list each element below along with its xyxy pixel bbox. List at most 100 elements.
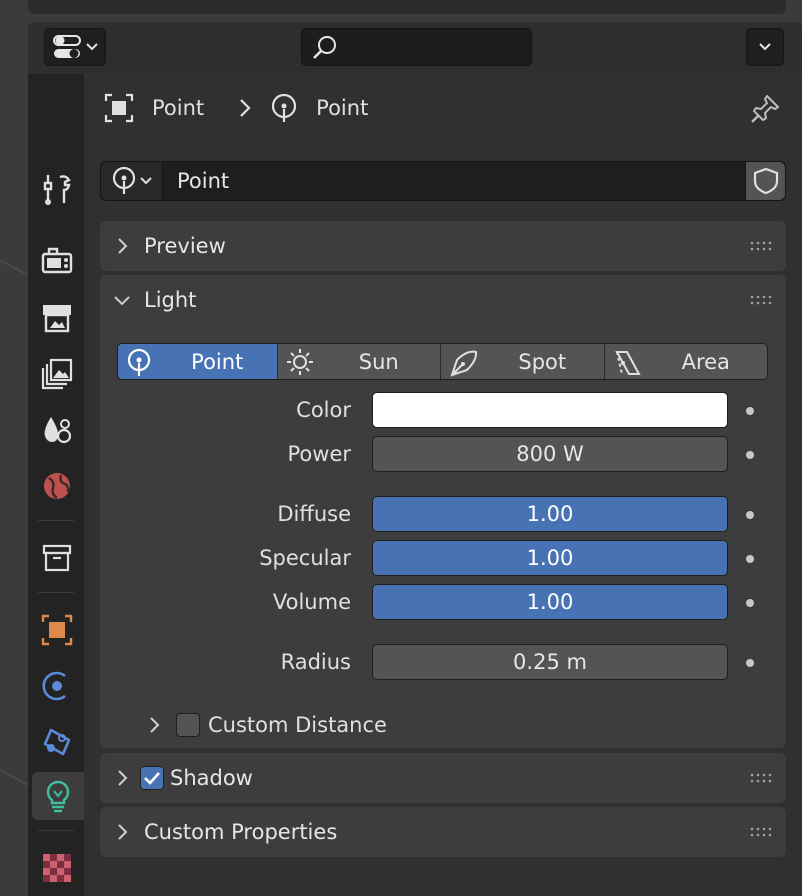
shield-icon — [753, 167, 778, 195]
shadow-checkbox[interactable] — [140, 766, 164, 790]
constraints-icon — [43, 728, 71, 756]
panel-title: Shadow — [170, 766, 253, 790]
world-icon — [44, 473, 70, 499]
keyframe-dot-color[interactable] — [746, 407, 754, 415]
specular-slider[interactable]: 1.00 — [372, 540, 728, 576]
chevron-down-icon — [140, 177, 152, 185]
tab-texture[interactable] — [34, 844, 80, 892]
tab-collection[interactable] — [34, 534, 80, 582]
light-type-label: Area — [681, 349, 730, 374]
custom-distance-label: Custom Distance — [208, 713, 387, 737]
drag-grip-icon[interactable] — [750, 827, 772, 837]
color-label: Color — [296, 398, 351, 422]
keyframe-dot-radius[interactable] — [746, 659, 754, 667]
breadcrumb-object: Point — [152, 96, 205, 120]
custom-distance-checkbox[interactable] — [176, 713, 200, 737]
tab-physics[interactable] — [34, 662, 80, 710]
light-type-sun[interactable]: Sun — [277, 344, 442, 379]
light-type-area[interactable]: Area — [604, 344, 767, 379]
chevron-down-icon — [86, 43, 98, 51]
tab-light-data[interactable] — [32, 772, 84, 820]
chevron-down-icon — [759, 43, 771, 51]
checkmark-icon — [144, 772, 160, 785]
panel-title: Preview — [144, 234, 226, 258]
chevron-right-icon — [240, 99, 251, 117]
color-swatch[interactable] — [372, 392, 728, 428]
subpanel-custom-distance-header[interactable]: Custom Distance — [140, 706, 387, 744]
datablock-browse-button[interactable] — [101, 162, 163, 200]
panel-preview-header[interactable]: Preview — [100, 221, 786, 271]
tab-constraints[interactable] — [34, 718, 80, 766]
search-icon — [313, 36, 336, 59]
tool-icon — [43, 175, 71, 205]
pin-icon — [751, 95, 779, 123]
options-dropdown-button[interactable] — [746, 28, 784, 66]
light-type-label: Point — [191, 349, 244, 374]
search-input[interactable] — [342, 33, 522, 61]
drag-grip-icon[interactable] — [750, 241, 772, 251]
tab-scene[interactable] — [34, 406, 80, 454]
light-data-icon — [46, 780, 70, 813]
keyframe-dot-diffuse[interactable] — [746, 511, 754, 519]
diffuse-slider[interactable]: 1.00 — [372, 496, 728, 532]
panel-light-header[interactable]: Light — [100, 275, 786, 325]
radius-field[interactable]: 0.25 m — [372, 644, 728, 680]
search-field[interactable] — [301, 28, 532, 66]
chevron-right-icon — [118, 770, 128, 786]
diffuse-label: Diffuse — [277, 502, 351, 526]
chevron-down-icon — [114, 296, 130, 306]
radius-label: Radius — [280, 650, 351, 674]
volume-slider[interactable]: 1.00 — [372, 584, 728, 620]
keyframe-dot-volume[interactable] — [746, 599, 754, 607]
object-icon — [41, 614, 73, 646]
render-icon — [41, 247, 73, 274]
light-datablock-selector: Point — [100, 161, 786, 201]
properties-tabs-sidebar — [28, 74, 84, 896]
keyframe-dot-specular[interactable] — [746, 555, 754, 563]
tab-render[interactable] — [34, 236, 80, 284]
editor-type-button[interactable] — [44, 28, 106, 66]
panel-custom-properties-header[interactable]: Custom Properties — [100, 807, 786, 857]
upper-editor-edge — [28, 0, 786, 14]
tab-output[interactable] — [34, 294, 80, 342]
fake-user-button[interactable] — [745, 162, 785, 200]
specular-label: Specular — [259, 546, 351, 570]
panel-title: Light — [144, 288, 197, 312]
pin-button[interactable] — [748, 92, 782, 126]
output-icon — [43, 305, 71, 333]
panel-shadow-header[interactable]: Shadow — [100, 753, 786, 803]
panel-shadow: Shadow — [100, 753, 786, 803]
scene-icon — [44, 417, 72, 444]
power-field[interactable]: 800 W — [372, 436, 728, 472]
physics-icon — [42, 671, 66, 701]
tab-view-layer[interactable] — [34, 350, 80, 398]
breadcrumb: Point Point — [104, 90, 368, 126]
tab-object[interactable] — [34, 606, 80, 654]
view-layer-icon — [41, 358, 73, 390]
light-type-label: Sun — [358, 349, 399, 374]
light-type-spot[interactable]: Spot — [441, 344, 605, 379]
volume-label: Volume — [272, 590, 351, 614]
drag-grip-icon[interactable] — [750, 295, 772, 305]
tab-tool[interactable] — [34, 166, 80, 214]
editor-type-icon — [53, 35, 81, 58]
light-type-point[interactable]: Point — [118, 344, 278, 379]
breadcrumb-data: Point — [316, 96, 369, 120]
texture-icon — [43, 854, 71, 882]
object-icon — [104, 93, 134, 123]
power-label: Power — [287, 442, 352, 466]
point-light-icon — [112, 166, 136, 194]
chevron-right-icon — [118, 824, 128, 840]
point-light-icon — [272, 93, 297, 122]
drag-grip-icon[interactable] — [750, 773, 772, 783]
chevron-right-icon — [118, 238, 128, 254]
collection-icon — [42, 544, 72, 572]
datablock-name-field[interactable]: Point — [177, 162, 229, 200]
light-type-selector: Point Sun Spot Area — [117, 343, 768, 380]
chevron-right-icon — [150, 717, 160, 733]
tab-world[interactable] — [34, 462, 80, 510]
light-type-label: Spot — [518, 349, 567, 374]
panel-title: Custom Properties — [144, 820, 338, 844]
panel-preview: Preview — [100, 221, 786, 271]
keyframe-dot-power[interactable] — [746, 451, 754, 459]
